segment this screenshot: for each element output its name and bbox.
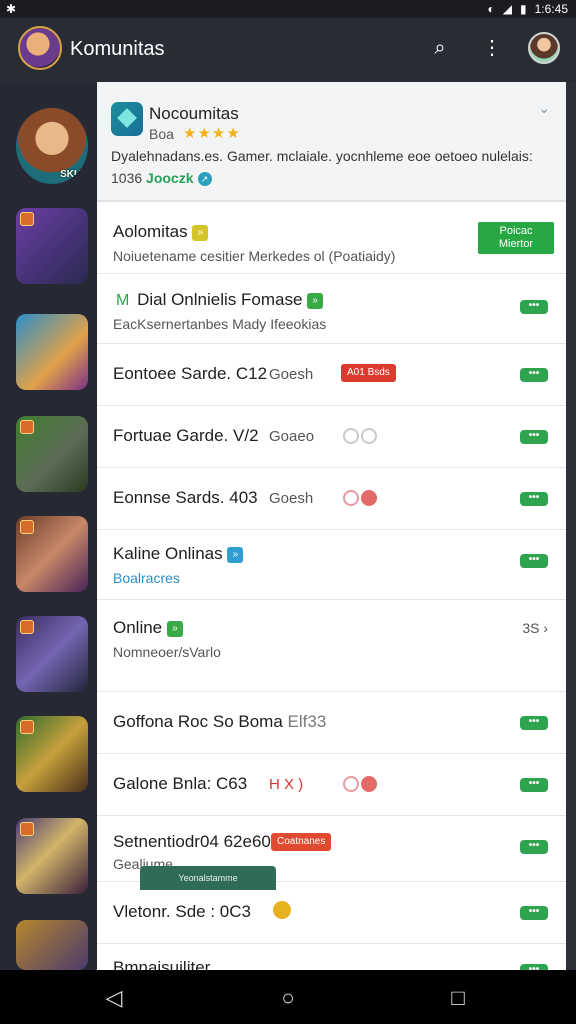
game-badge-icon bbox=[20, 420, 34, 434]
alert-tag: A01 Bsds bbox=[341, 364, 396, 382]
back-icon[interactable]: ◁ bbox=[100, 984, 128, 1012]
share-icon: ↗ bbox=[197, 172, 212, 187]
game-badge-icon bbox=[20, 212, 34, 226]
more-button[interactable]: ••• bbox=[520, 840, 548, 854]
coin-icon bbox=[273, 901, 291, 919]
item-title: Online » bbox=[113, 618, 183, 638]
community-sub: Boa bbox=[149, 126, 174, 142]
toast: Yeonalstamme bbox=[140, 866, 276, 890]
search-icon[interactable]: ⌕ bbox=[428, 36, 452, 60]
item-code: Goesh bbox=[269, 490, 314, 507]
page-title: Komunitas bbox=[70, 38, 165, 60]
item-title: Eontoee Sarde. C12 bbox=[113, 364, 268, 383]
community-avatar[interactable] bbox=[18, 26, 62, 70]
item-code: Goesh bbox=[269, 366, 314, 383]
notification-icon: ✱ bbox=[6, 2, 17, 16]
item-title: Aolomitas » bbox=[113, 222, 209, 242]
overflow-menu-icon[interactable]: ⋮ bbox=[480, 36, 504, 60]
item-code: H X ) bbox=[269, 776, 304, 793]
community-link[interactable]: 1036 Jooczk ↗ bbox=[111, 170, 212, 187]
game-tile[interactable] bbox=[16, 616, 88, 692]
gem-icon bbox=[111, 102, 143, 136]
more-button[interactable]: ••• bbox=[520, 554, 548, 568]
game-tile[interactable] bbox=[16, 920, 88, 970]
game-tile[interactable] bbox=[16, 416, 88, 492]
more-button[interactable]: ••• bbox=[520, 906, 548, 920]
list-item[interactable]: Eonnse Sards. 403 Goesh ••• bbox=[97, 468, 566, 530]
signal-icon: ◢ bbox=[502, 2, 513, 16]
game-tile[interactable]: SKUI bbox=[16, 108, 88, 184]
join-button[interactable]: Poicac Miertor bbox=[478, 222, 554, 254]
app-bar: Komunitas ⌕ ⋮ bbox=[0, 18, 576, 82]
status-circles-icon bbox=[343, 490, 377, 506]
list-item[interactable]: Eontoee Sarde. C12 Goesh A01 Bsds ••• bbox=[97, 344, 566, 406]
system-nav-bar: ◁ ○ □ bbox=[0, 970, 576, 1024]
item-title: Goffona Roc So Boma Elf33 bbox=[113, 712, 327, 731]
item-title: M Dial Onlnielis Fomase » bbox=[113, 290, 324, 310]
item-subtitle: Noiuetename cesitier Merkedes ol (Poatia… bbox=[113, 248, 396, 264]
game-tile[interactable] bbox=[16, 716, 88, 792]
community-description: Dyalehnadans.es. Gamer. mclaiale. yocnhl… bbox=[111, 148, 533, 164]
status-circles-icon bbox=[343, 776, 377, 792]
game-tile[interactable] bbox=[16, 818, 88, 894]
list-item[interactable]: Aolomitas » Noiuetename cesitier Merkede… bbox=[97, 204, 566, 274]
game-rail: SKUI bbox=[0, 82, 97, 970]
rating-stars: ★★★★ bbox=[183, 125, 241, 142]
item-count[interactable]: 3S › bbox=[522, 620, 548, 636]
item-title: Eonnse Sards. 403 bbox=[113, 488, 258, 507]
status-bar: ✱ ◐ ◢ ▮ 1:6:45 bbox=[0, 0, 576, 18]
game-tile[interactable] bbox=[16, 516, 88, 592]
home-icon[interactable]: ○ bbox=[274, 984, 302, 1012]
item-title: Kaline Onlinas » bbox=[113, 544, 244, 564]
more-button[interactable]: ••• bbox=[520, 716, 548, 730]
community-panel: Nocoumitas Boa ★★★★ ⌄ Dyalehnadans.es. G… bbox=[97, 82, 566, 970]
item-subtitle: EacKsernertanbes Mady Ifeeokias bbox=[113, 316, 327, 332]
more-button[interactable]: ••• bbox=[520, 368, 548, 382]
list-item[interactable]: Galone Bnla: C63 H X ) ••• bbox=[97, 754, 566, 816]
game-badge-icon bbox=[20, 822, 34, 836]
list-item[interactable]: M Dial Onlnielis Fomase » EacKsernertanb… bbox=[97, 274, 566, 344]
item-title: Setnentiodr04 62e60 bbox=[113, 832, 271, 851]
scrollbar[interactable] bbox=[566, 82, 576, 970]
profile-avatar[interactable] bbox=[528, 32, 560, 64]
list-item[interactable]: Bmnaisuiliter ••• bbox=[97, 944, 566, 970]
list-item[interactable]: Vletonr. Sde : 0C3 ••• bbox=[97, 882, 566, 944]
recents-icon[interactable]: □ bbox=[444, 984, 472, 1012]
battery-icon: ▮ bbox=[520, 2, 527, 16]
community-name: Nocoumitas bbox=[149, 104, 239, 123]
game-badge-icon bbox=[20, 520, 34, 534]
community-header: Nocoumitas Boa ★★★★ ⌄ Dyalehnadans.es. G… bbox=[97, 82, 566, 202]
more-button[interactable]: ••• bbox=[520, 300, 548, 314]
game-badge-icon bbox=[20, 720, 34, 734]
game-badge-icon bbox=[20, 620, 34, 634]
game-tile[interactable] bbox=[16, 314, 88, 390]
link-prefix: 1036 bbox=[111, 170, 143, 186]
item-subtitle: Nomneoer/sVarlo bbox=[113, 644, 221, 660]
item-title: Fortuae Garde. V/2 bbox=[113, 426, 259, 445]
category-tag: Coatnanes bbox=[271, 833, 332, 851]
list-item[interactable]: Goffona Roc So Boma Elf33 ••• bbox=[97, 692, 566, 754]
status-circles-icon bbox=[343, 428, 377, 444]
item-title: Galone Bnla: C63 bbox=[113, 774, 248, 793]
item-subtitle: Boalracres bbox=[113, 570, 180, 586]
list-item[interactable]: Fortuae Garde. V/2 Goaeo ••• bbox=[97, 406, 566, 468]
item-title: Bmnaisuiliter bbox=[113, 958, 211, 970]
link-green: Jooczk bbox=[146, 170, 194, 186]
list-item[interactable]: Kaline Onlinas » Boalracres ••• bbox=[97, 530, 566, 600]
item-title: Vletonr. Sde : 0C3 bbox=[113, 902, 251, 921]
list-item[interactable]: Online » Nomneoer/sVarlo 3S › bbox=[97, 600, 566, 692]
item-code: Goaeo bbox=[269, 428, 315, 445]
game-tile[interactable] bbox=[16, 208, 88, 284]
chevron-down-icon[interactable]: ⌄ bbox=[538, 100, 550, 117]
more-button[interactable]: ••• bbox=[520, 492, 548, 506]
tile-label: SKUI bbox=[60, 169, 84, 180]
clock: 1:6:45 bbox=[534, 2, 568, 16]
data-saver-icon: ◐ bbox=[487, 2, 495, 16]
more-button[interactable]: ••• bbox=[520, 430, 548, 444]
more-button[interactable]: ••• bbox=[520, 778, 548, 792]
